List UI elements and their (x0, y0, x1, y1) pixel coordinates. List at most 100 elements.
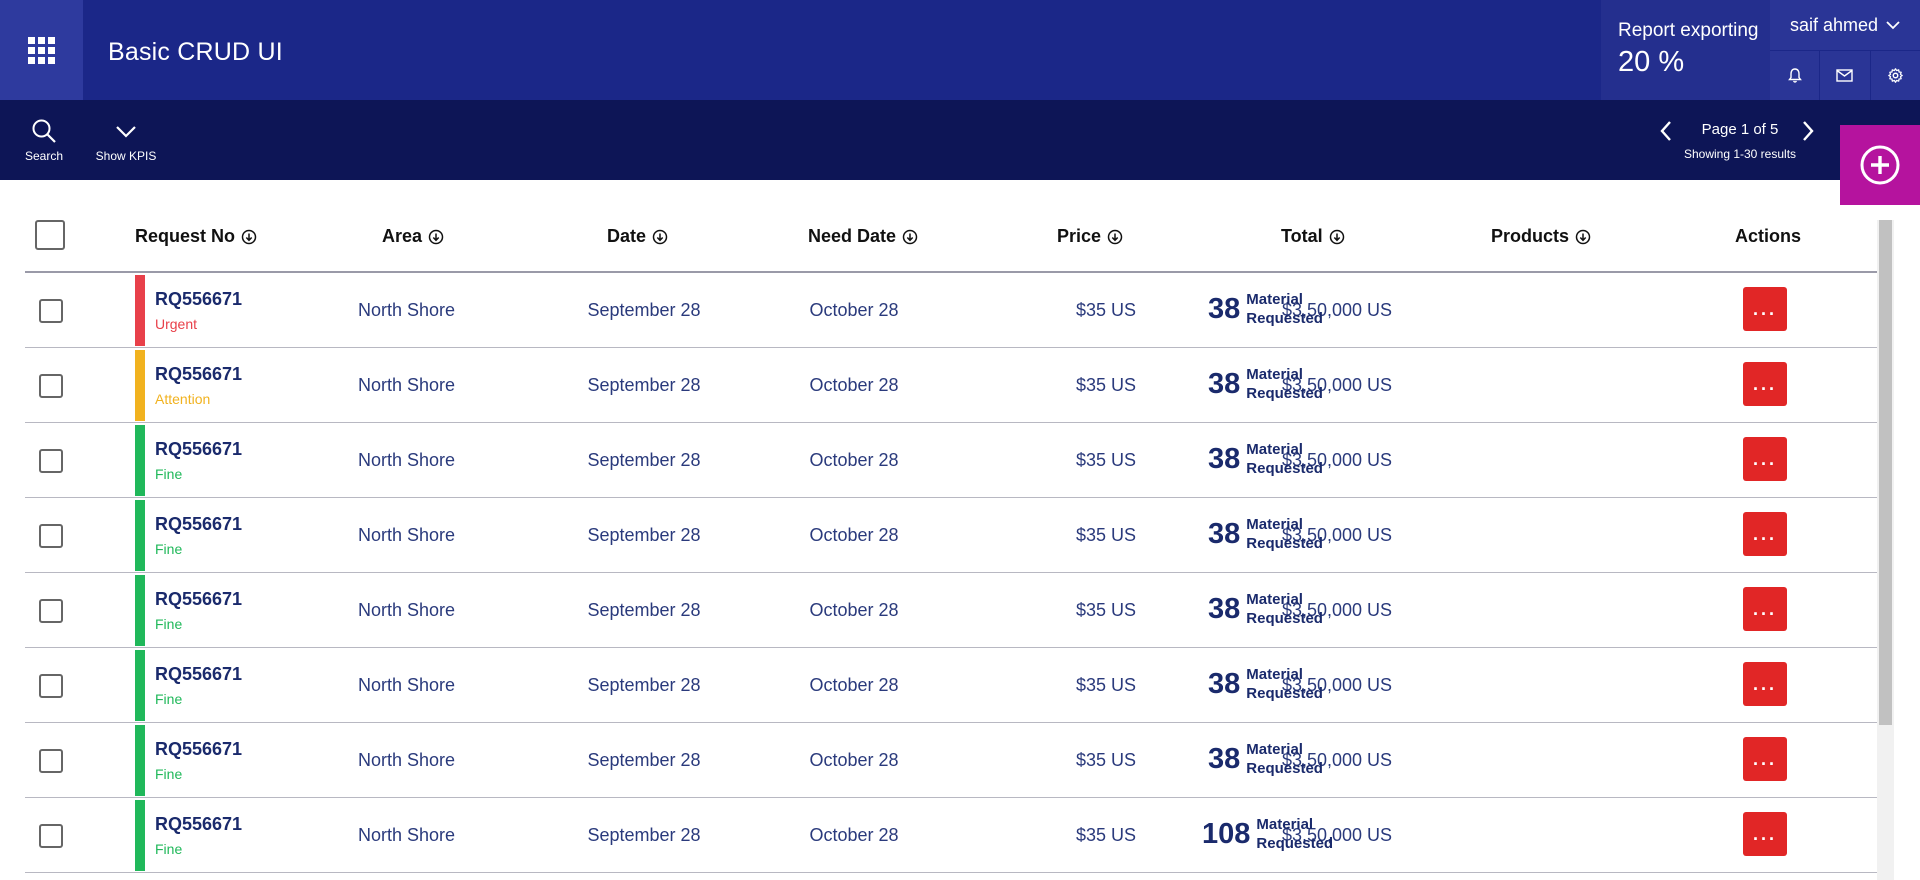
column-total[interactable]: Total (1281, 226, 1345, 247)
need-date-cell: October 28 (809, 750, 899, 770)
need-date-cell: October 28 (809, 600, 899, 620)
products-count: 108 (1202, 817, 1251, 850)
show-kpis-label: Show KPIS (95, 149, 157, 163)
row-checkbox[interactable] (39, 449, 63, 473)
products-count: 38 (1208, 742, 1241, 775)
date-cell: September 28 (587, 750, 701, 770)
row-checkbox[interactable] (39, 824, 63, 848)
report-export-label: Report exporting (1618, 20, 1759, 41)
products-cell: 108 Material Requested (1202, 815, 1333, 853)
products-cell: 38 Material Requested (1208, 365, 1323, 403)
table-row[interactable]: RQ556671 Fine North Shore September 28 Octob… (25, 423, 1877, 498)
select-all-checkbox[interactable] (35, 220, 65, 250)
price-cell: $35 US (1075, 675, 1137, 695)
table-row[interactable]: RQ556671 Fine North Shore September 28 Octob… (25, 723, 1877, 798)
row-actions-button[interactable]: ... (1743, 512, 1787, 556)
row-checkbox[interactable] (39, 599, 63, 623)
app-title: Basic CRUD UI (108, 38, 283, 66)
products-count: 38 (1208, 667, 1241, 700)
show-kpis-button[interactable]: Show KPIS (94, 118, 158, 163)
row-checkbox[interactable] (39, 374, 63, 398)
column-need-date[interactable]: Need Date (808, 226, 918, 247)
user-menu-button[interactable]: saif ahmed (1770, 0, 1920, 51)
date-cell: September 28 (587, 375, 701, 395)
table-row[interactable]: RQ556671 Attention North Shore September 28… (25, 348, 1877, 423)
messages-button[interactable] (1820, 51, 1871, 100)
row-checkbox[interactable] (39, 674, 63, 698)
status-indicator (135, 725, 145, 796)
column-price[interactable]: Price (1057, 226, 1123, 247)
request-number[interactable]: RQ556671 (155, 514, 242, 535)
area-cell: North Shore (357, 600, 456, 620)
request-status: Fine (155, 766, 183, 782)
table-row[interactable]: RQ556671 Fine North Shore September 28 Octob… (25, 573, 1877, 648)
row-actions-button[interactable]: ... (1743, 737, 1787, 781)
request-status: Urgent (155, 316, 198, 332)
row-actions-button[interactable]: ... (1743, 362, 1787, 406)
search-button[interactable]: Search (24, 118, 64, 163)
products-count: 38 (1208, 592, 1241, 625)
notifications-button[interactable] (1770, 51, 1821, 100)
request-number[interactable]: RQ556671 (155, 364, 242, 385)
report-export-status: Report exporting 20 % (1601, 0, 1770, 100)
row-checkbox[interactable] (39, 524, 63, 548)
vertical-scrollbar[interactable] (1877, 220, 1894, 880)
column-request-no[interactable]: Request No (135, 226, 257, 247)
status-indicator (135, 500, 145, 571)
chevron-down-icon (116, 126, 136, 138)
row-actions-button[interactable]: ... (1743, 662, 1787, 706)
date-cell: September 28 (587, 600, 701, 620)
request-number[interactable]: RQ556671 (155, 589, 242, 610)
status-indicator (135, 800, 145, 871)
plus-circle-icon (1860, 145, 1900, 185)
sort-icon (1107, 229, 1123, 244)
products-label: Material Requested (1246, 291, 1323, 327)
search-icon (32, 119, 56, 143)
add-request-button[interactable] (1840, 125, 1920, 205)
table-row[interactable]: RQ556671 Fine North Shore September 28 Octob… (25, 798, 1877, 873)
table-row[interactable]: RQ556671 Fine North Shore September 28 Octob… (25, 498, 1877, 573)
results-count: Showing 1-30 results (1683, 147, 1797, 161)
column-actions: Actions (1735, 226, 1802, 246)
user-area: saif ahmed (1770, 0, 1920, 100)
chevron-right-icon (1803, 121, 1814, 141)
sort-icon (902, 229, 918, 244)
date-cell: September 28 (587, 825, 701, 845)
column-date[interactable]: Date (607, 226, 668, 247)
table-row[interactable]: RQ556671 Urgent North Shore September 28 Oct… (25, 273, 1877, 348)
row-actions-button[interactable]: ... (1743, 287, 1787, 331)
area-cell: North Shore (357, 675, 456, 695)
request-number[interactable]: RQ556671 (155, 664, 242, 685)
price-cell: $35 US (1075, 600, 1137, 620)
previous-page-button[interactable] (1659, 120, 1673, 147)
toolbar: Search Show KPIS Page 1 of 5 Showing 1-3… (0, 100, 1920, 180)
request-number[interactable]: RQ556671 (155, 739, 242, 760)
status-indicator (135, 575, 145, 646)
row-checkbox[interactable] (39, 749, 63, 773)
sort-icon (1575, 229, 1591, 244)
column-area[interactable]: Area (382, 226, 444, 247)
settings-button[interactable] (1871, 51, 1920, 100)
area-cell: North Shore (357, 300, 456, 320)
request-number[interactable]: RQ556671 (155, 289, 242, 310)
products-label: Material Requested (1246, 441, 1323, 477)
need-date-cell: October 28 (809, 525, 899, 545)
products-label: Material Requested (1246, 366, 1323, 402)
request-status: Fine (155, 541, 183, 557)
scrollbar-thumb[interactable] (1879, 220, 1892, 725)
table-row[interactable]: RQ556671 Fine North Shore September 28 Octob… (25, 648, 1877, 723)
table-body: RQ556671 Urgent North Shore September 28 Oct… (25, 273, 1877, 873)
need-date-cell: October 28 (809, 300, 899, 320)
next-page-button[interactable] (1801, 120, 1815, 147)
column-products[interactable]: Products (1491, 226, 1591, 247)
request-number[interactable]: RQ556671 (155, 439, 242, 460)
row-actions-button[interactable]: ... (1743, 587, 1787, 631)
pagination: Page 1 of 5 Showing 1-30 results (1655, 116, 1825, 166)
row-checkbox[interactable] (39, 299, 63, 323)
request-number[interactable]: RQ556671 (155, 814, 242, 835)
request-status: Fine (155, 616, 183, 632)
row-actions-button[interactable]: ... (1743, 812, 1787, 856)
status-indicator (135, 350, 145, 421)
apps-menu-button[interactable] (0, 0, 83, 100)
row-actions-button[interactable]: ... (1743, 437, 1787, 481)
